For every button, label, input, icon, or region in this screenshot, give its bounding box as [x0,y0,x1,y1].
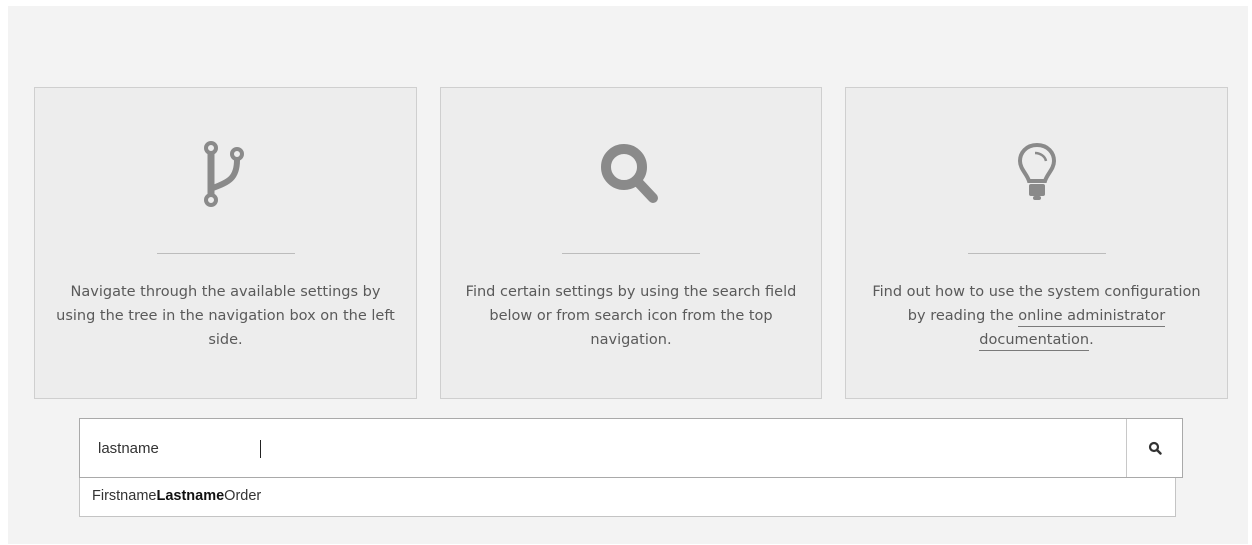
search-icon [591,134,671,214]
card-divider [156,253,295,254]
suggestion-prefix: Firstname [92,488,157,504]
search-icon [1148,441,1162,455]
navigation-help-card: Navigate through the available settings … [34,87,417,399]
search-button[interactable] [1126,419,1182,477]
suggestion-suffix: Order [224,488,262,504]
card-divider [967,253,1106,254]
card-description: Find out how to use the system configura… [862,280,1211,352]
text-caret [260,440,261,458]
autocomplete-item[interactable]: FirstnameLastnameOrder [92,488,261,504]
card-description: Find certain settings by using the searc… [465,284,797,348]
search-help-card: Find certain settings by using the searc… [440,87,822,399]
settings-search-box [79,418,1183,478]
documentation-help-card: Find out how to use the system configura… [845,87,1228,399]
card-description-end: . [1089,332,1094,348]
branch-icon [186,134,266,214]
suggestion-match: Lastname [156,488,225,504]
autocomplete-list: FirstnameLastnameOrder [79,478,1176,517]
card-divider [562,253,700,254]
settings-search-input[interactable] [80,419,1126,477]
lightbulb-icon [997,134,1077,214]
card-description: Navigate through the available settings … [56,284,395,348]
